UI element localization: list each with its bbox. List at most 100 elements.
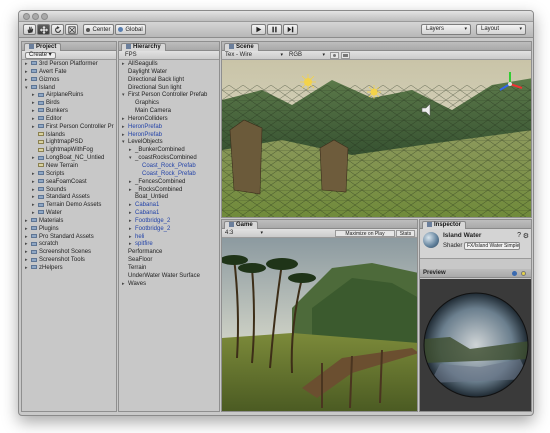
project-item[interactable]: ▸ Plugins	[22, 226, 116, 234]
expand-arrow-right-icon[interactable]: ▸	[25, 61, 28, 69]
hierarchy-item[interactable]: ▸ spitfire	[119, 241, 219, 249]
expand-arrow-right-icon[interactable]: ▸	[122, 124, 125, 132]
gear-icon[interactable]: ⚙	[523, 232, 529, 240]
expand-arrow-right-icon[interactable]: ▸	[25, 241, 28, 249]
hierarchy-item[interactable]: ▾ First Person Controller Prefab	[119, 92, 219, 100]
hierarchy-item[interactable]: ▸ Footbridge_2	[119, 226, 219, 234]
expand-arrow-down-icon[interactable]: ▾	[129, 155, 132, 163]
maximize-on-play-toggle[interactable]: Maximize on Play	[335, 230, 395, 237]
expand-arrow-down-icon[interactable]: ▾	[122, 139, 125, 147]
material-preview[interactable]	[420, 279, 532, 412]
close-window-button[interactable]	[23, 13, 30, 20]
project-item[interactable]: Islands	[22, 132, 116, 140]
project-item[interactable]: ▸ scratch	[22, 241, 116, 249]
layers-dropdown[interactable]: Layers ▾	[421, 24, 471, 35]
hierarchy-item[interactable]: ▸ Cabana1	[119, 202, 219, 210]
play-button[interactable]	[251, 24, 266, 35]
hierarchy-item[interactable]: ▸ Cabana1	[119, 210, 219, 218]
hierarchy-item[interactable]: ▸ _FencesCombined	[119, 179, 219, 187]
hierarchy-item[interactable]: ▸ HeronPrefab	[119, 132, 219, 140]
expand-arrow-right-icon[interactable]: ▸	[122, 61, 125, 69]
hand-tool-button[interactable]	[23, 24, 36, 35]
project-item[interactable]: ▸ Materials	[22, 218, 116, 226]
global-space-button[interactable]: Global	[115, 24, 146, 35]
hierarchy-item[interactable]: Directional Sun light	[119, 85, 219, 93]
expand-arrow-right-icon[interactable]: ▸	[32, 194, 35, 202]
expand-arrow-right-icon[interactable]: ▸	[129, 241, 132, 249]
hierarchy-item[interactable]: Terrain	[119, 265, 219, 273]
expand-arrow-right-icon[interactable]: ▸	[25, 77, 28, 85]
preview-light-icon[interactable]	[521, 271, 526, 276]
render-mode-dropdown[interactable]: RGB ▾	[289, 52, 327, 59]
scene-rock-right[interactable]	[319, 139, 349, 193]
project-item[interactable]: ▸ Bunkers	[22, 108, 116, 116]
tab-game[interactable]: Game	[224, 221, 258, 229]
expand-arrow-right-icon[interactable]: ▸	[32, 108, 35, 116]
hierarchy-item[interactable]: UnderWater Water Surface	[119, 273, 219, 281]
expand-arrow-right-icon[interactable]: ▸	[122, 116, 125, 124]
hierarchy-item[interactable]: ▸ Waves	[119, 281, 219, 289]
expand-arrow-right-icon[interactable]: ▸	[25, 249, 28, 257]
expand-arrow-right-icon[interactable]: ▸	[25, 234, 28, 242]
hierarchy-item[interactable]: ▾ _coastRocksCombined	[119, 155, 219, 163]
sun-gizmo-icon[interactable]	[300, 74, 316, 90]
tab-project[interactable]: Project	[24, 43, 62, 51]
step-button[interactable]	[283, 24, 298, 35]
hierarchy-item[interactable]: Daylight Water	[119, 69, 219, 77]
expand-arrow-right-icon[interactable]: ▸	[32, 116, 35, 124]
shader-dropdown[interactable]: FX/Island Water Simple	[464, 242, 520, 250]
expand-arrow-right-icon[interactable]: ▸	[32, 155, 35, 163]
project-item[interactable]: LightmapWithFog	[22, 147, 116, 155]
expand-arrow-right-icon[interactable]: ▸	[32, 92, 35, 100]
scene-lighting-toggle[interactable]	[330, 52, 339, 59]
hierarchy-item[interactable]: ▸ _BunkerCombined	[119, 147, 219, 155]
tab-scene[interactable]: Scene	[224, 43, 259, 51]
expand-arrow-down-icon[interactable]: ▾	[25, 85, 28, 93]
hierarchy-item[interactable]: SeaFloor	[119, 257, 219, 265]
game-viewport[interactable]	[222, 238, 418, 412]
hierarchy-item[interactable]: Main Camera	[119, 108, 219, 116]
hierarchy-item[interactable]: ▸ heli	[119, 234, 219, 242]
expand-arrow-right-icon[interactable]: ▸	[32, 187, 35, 195]
expand-arrow-right-icon[interactable]: ▸	[129, 202, 132, 210]
project-item[interactable]: ▸ Birds	[22, 100, 116, 108]
project-item[interactable]: ▸ AirplaneRuins	[22, 92, 116, 100]
sun-gizmo-icon[interactable]	[367, 85, 381, 99]
project-item[interactable]: ▸ Pro Standard Assets	[22, 234, 116, 242]
expand-arrow-down-icon[interactable]: ▾	[122, 92, 125, 100]
expand-arrow-right-icon[interactable]: ▸	[32, 124, 35, 132]
tab-inspector[interactable]: Inspector	[422, 221, 467, 229]
project-item[interactable]: New Terrain	[22, 163, 116, 171]
hierarchy-item[interactable]: Coast_Rock_Prefab	[119, 171, 219, 179]
hierarchy-item[interactable]: ▸ _RocksCombined	[119, 187, 219, 195]
pivot-center-button[interactable]: Center	[83, 24, 114, 35]
expand-arrow-right-icon[interactable]: ▸	[25, 226, 28, 234]
hierarchy-item[interactable]: ▸ HeronPrefab	[119, 124, 219, 132]
project-item[interactable]: ▸ Avert Fate	[22, 69, 116, 77]
project-item[interactable]: LightmapPSD	[22, 139, 116, 147]
hierarchy-item[interactable]: ▸ AllSeagulls	[119, 61, 219, 69]
zoom-window-button[interactable]	[41, 13, 48, 20]
project-item[interactable]: ▸ Editor	[22, 116, 116, 124]
project-item[interactable]: ▸ Water	[22, 210, 116, 218]
hierarchy-item[interactable]: Performance	[119, 249, 219, 257]
expand-arrow-right-icon[interactable]: ▸	[25, 265, 28, 273]
project-item[interactable]: ▸ seaFoamCoast	[22, 179, 116, 187]
project-item[interactable]: ▾ Island	[22, 85, 116, 93]
expand-arrow-right-icon[interactable]: ▸	[32, 202, 35, 210]
expand-arrow-right-icon[interactable]: ▸	[25, 257, 28, 265]
project-item[interactable]: ▸ 3rd Person Platformer	[22, 61, 116, 69]
hierarchy-item[interactable]: ▸ HeronColliders	[119, 116, 219, 124]
expand-arrow-right-icon[interactable]: ▸	[129, 218, 132, 226]
scene-rock-left[interactable]	[229, 119, 263, 195]
aspect-dropdown[interactable]: 4:3 ▾	[225, 230, 265, 237]
minimize-window-button[interactable]	[32, 13, 39, 20]
expand-arrow-right-icon[interactable]: ▸	[122, 281, 125, 289]
expand-arrow-right-icon[interactable]: ▸	[129, 179, 132, 187]
project-item[interactable]: ▸ Gizmos	[22, 77, 116, 85]
expand-arrow-right-icon[interactable]: ▸	[129, 187, 132, 195]
create-button[interactable]: Create ▾	[25, 52, 56, 59]
scene-image-toggle[interactable]	[341, 52, 350, 59]
preview-mode-icon[interactable]	[512, 271, 517, 276]
stats-toggle[interactable]: Stats	[396, 230, 415, 237]
